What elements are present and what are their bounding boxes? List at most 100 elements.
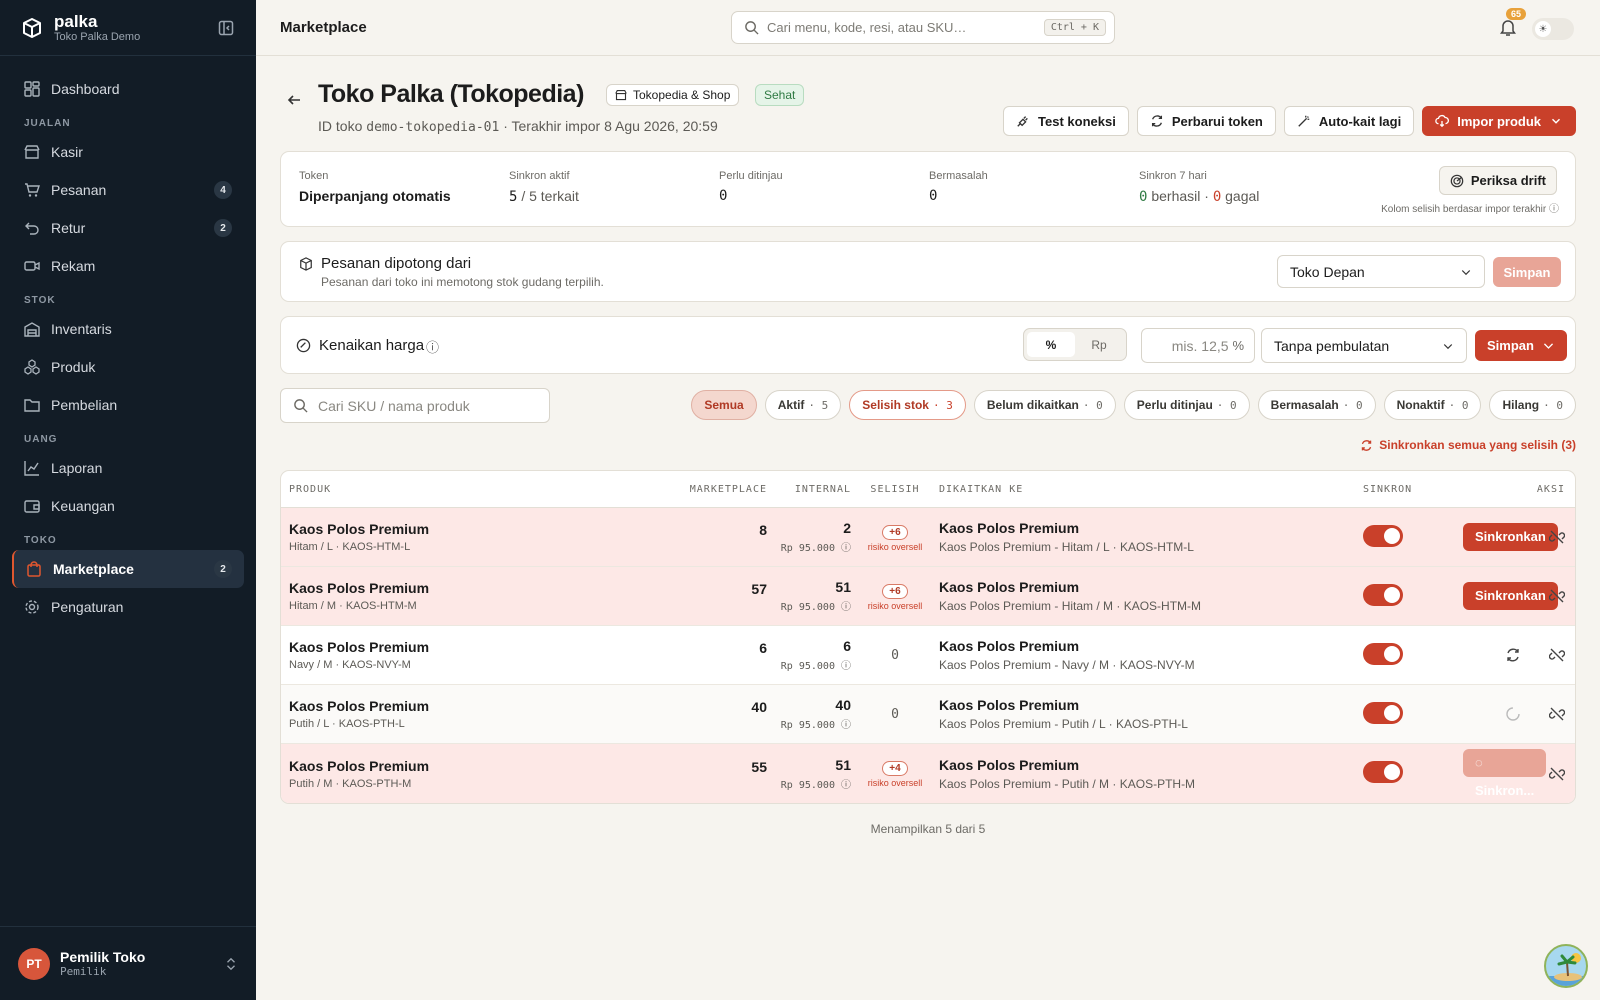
sidebar-item-laporan[interactable]: Laporan <box>12 449 244 487</box>
marketplace-stock: 57 <box>751 581 767 597</box>
sidebar-item-retur[interactable]: Retur 2 <box>12 209 244 247</box>
sync-in-progress-label: Sinkron... <box>1475 783 1535 798</box>
stat-label: Sinkron aktif <box>509 170 570 182</box>
percent-option[interactable]: % <box>1027 332 1075 357</box>
chevron-updown-icon <box>227 957 235 970</box>
refresh-token-button[interactable]: Perbarui token <box>1136 106 1276 136</box>
search-placeholder: Cari menu, kode, resi, atau SKU… <box>767 20 967 35</box>
test-connection-button[interactable]: Test koneksi <box>1003 106 1129 136</box>
stat-label: Bermasalah <box>929 170 988 182</box>
unlink-icon[interactable] <box>1549 706 1565 722</box>
sidebar-item-inventaris[interactable]: Inventaris <box>12 310 244 348</box>
rounding-value: Tanpa pembulatan <box>1274 337 1390 354</box>
diff-value: 0 <box>891 707 899 722</box>
shopping-bag-icon <box>27 561 41 577</box>
sidebar-item-label: Pembelian <box>51 397 118 413</box>
filter-all[interactable]: Semua <box>691 390 757 420</box>
markup-unit: % <box>1232 338 1244 353</box>
risk-label: risiko oversell <box>867 778 923 788</box>
stat-value: 0 <box>719 188 728 204</box>
sidebar-item-marketplace[interactable]: Marketplace 2 <box>12 550 244 588</box>
sidebar-item-label: Rekam <box>51 258 96 274</box>
island-avatar-icon[interactable] <box>1544 944 1588 988</box>
warehouse-select[interactable]: Toko Depan <box>1277 255 1485 288</box>
sidebar-item-label: Retur <box>51 220 86 236</box>
auto-link-button[interactable]: Auto-kait lagi <box>1283 106 1415 136</box>
global-search-input[interactable]: Cari menu, kode, resi, atau SKU… Ctrl + … <box>731 11 1115 44</box>
check-drift-label: Periksa drift <box>1470 173 1546 188</box>
unlink-icon[interactable] <box>1549 766 1565 782</box>
linked-variant: Kaos Polos Premium - Navy / M · KAOS-NVY… <box>939 658 1195 672</box>
back-arrow-icon[interactable] <box>286 92 302 108</box>
unlink-icon[interactable] <box>1549 588 1565 604</box>
filter-unlinked[interactable]: Belum dikaitkan · 0 <box>973 390 1116 420</box>
search-icon <box>294 399 308 413</box>
section-stok: STOK <box>24 295 56 306</box>
package-icon <box>300 257 312 271</box>
rupiah-option[interactable]: Rp <box>1075 332 1123 357</box>
check-drift-button[interactable]: Periksa drift <box>1438 166 1557 195</box>
loading-spinner-icon: ◌ <box>1475 755 1483 770</box>
refresh-icon[interactable] <box>1505 647 1521 663</box>
linked-variant: Kaos Polos Premium - Putih / M · KAOS-PT… <box>939 776 1196 791</box>
sidebar-collapse-icon[interactable] <box>218 20 234 36</box>
save-warehouse-button[interactable]: Simpan <box>1493 257 1561 287</box>
filter-missing[interactable]: Hilang · 0 <box>1489 390 1576 420</box>
stat-label: Sinkron 7 hari <box>1139 170 1207 182</box>
user-menu[interactable]: PT Pemilik Toko Pemilik <box>0 926 256 1000</box>
product-price: Rp 95.000 <box>780 543 835 554</box>
filter-needs-review[interactable]: Perlu ditinjau · 0 <box>1123 390 1250 420</box>
channel-chip: Tokopedia & Shop <box>606 84 740 106</box>
bell-icon[interactable] <box>1498 17 1518 37</box>
product-price: Rp 95.000 <box>780 779 835 791</box>
grid-icon <box>24 81 40 97</box>
sync-toggle[interactable] <box>1363 642 1403 665</box>
col-sinkron: SINKRON <box>1363 483 1413 495</box>
table-row: Kaos Polos Premium Hitam / L · KAOS-HTM-L… <box>281 508 1575 567</box>
filter-problem[interactable]: Bermasalah · 0 <box>1257 390 1376 420</box>
sidebar-item-produk[interactable]: Produk <box>12 348 244 386</box>
sync-toggle[interactable] <box>1363 701 1403 724</box>
linked-product: Kaos Polos Premium <box>939 520 1080 536</box>
unlink-icon[interactable] <box>1549 647 1565 663</box>
internal-stock: 6 <box>843 638 851 654</box>
sidebar-item-pesanan[interactable]: Pesanan 4 <box>12 171 244 209</box>
store-id: demo-tokopedia-01 <box>366 120 500 135</box>
palm-tree-icon <box>1546 953 1586 986</box>
sync-all-diff-button[interactable]: Sinkronkan semua yang selisih (3) <box>1360 438 1576 452</box>
sidebar-item-kasir[interactable]: Kasir <box>12 133 244 171</box>
info-icon[interactable]: ⓘ <box>426 337 439 356</box>
unlink-icon[interactable] <box>1549 529 1565 545</box>
sidebar: palka Toko Palka Demo Dashboard JUALAN K… <box>0 0 256 1000</box>
sync-toggle[interactable] <box>1363 761 1403 783</box>
auto-link-label: Auto-kait lagi <box>1318 113 1402 129</box>
filter-count: · 0 <box>1216 398 1237 412</box>
filter-label: Selisih stok <box>862 398 929 412</box>
filter-inactive[interactable]: Nonaktif · 0 <box>1383 390 1482 420</box>
brand-name: palka <box>54 11 98 31</box>
rounding-select[interactable]: Tanpa pembulatan <box>1261 328 1467 363</box>
order-source-desc: Pesanan dari toko ini memotong stok guda… <box>321 275 604 289</box>
markup-type-toggle[interactable]: % Rp <box>1023 328 1127 361</box>
sync-toggle[interactable] <box>1363 583 1403 606</box>
filter-active[interactable]: Aktif · 5 <box>764 390 842 420</box>
import-products-button[interactable]: Impor produk <box>1422 106 1576 136</box>
linked-product: Kaos Polos Premium <box>939 756 1080 773</box>
info-icon: ⓘ <box>841 661 851 672</box>
filter-count: · 0 <box>1543 398 1563 412</box>
sidebar-item-pengaturan[interactable]: Pengaturan <box>12 588 244 626</box>
internal-stock: 51 <box>835 579 851 595</box>
theme-toggle[interactable]: ☀ <box>1532 18 1574 40</box>
sidebar-item-pembelian[interactable]: Pembelian <box>12 386 244 424</box>
section-uang: UANG <box>24 434 58 445</box>
filter-stock-diff[interactable]: Selisih stok · 3 <box>849 390 966 420</box>
sidebar-item-dashboard[interactable]: Dashboard <box>12 70 244 108</box>
markup-input[interactable]: mis. 12,5 % <box>1141 328 1255 363</box>
store-name: Toko Palka Demo <box>54 30 141 43</box>
save-markup-button[interactable]: Simpan <box>1475 330 1567 361</box>
sync-toggle[interactable] <box>1363 524 1403 547</box>
product-search-input[interactable]: Cari SKU / nama produk <box>280 388 550 423</box>
stat-success-count: 0 <box>1139 189 1148 205</box>
sidebar-item-keuangan[interactable]: Keuangan <box>12 487 244 525</box>
sidebar-item-rekam[interactable]: Rekam <box>12 247 244 285</box>
